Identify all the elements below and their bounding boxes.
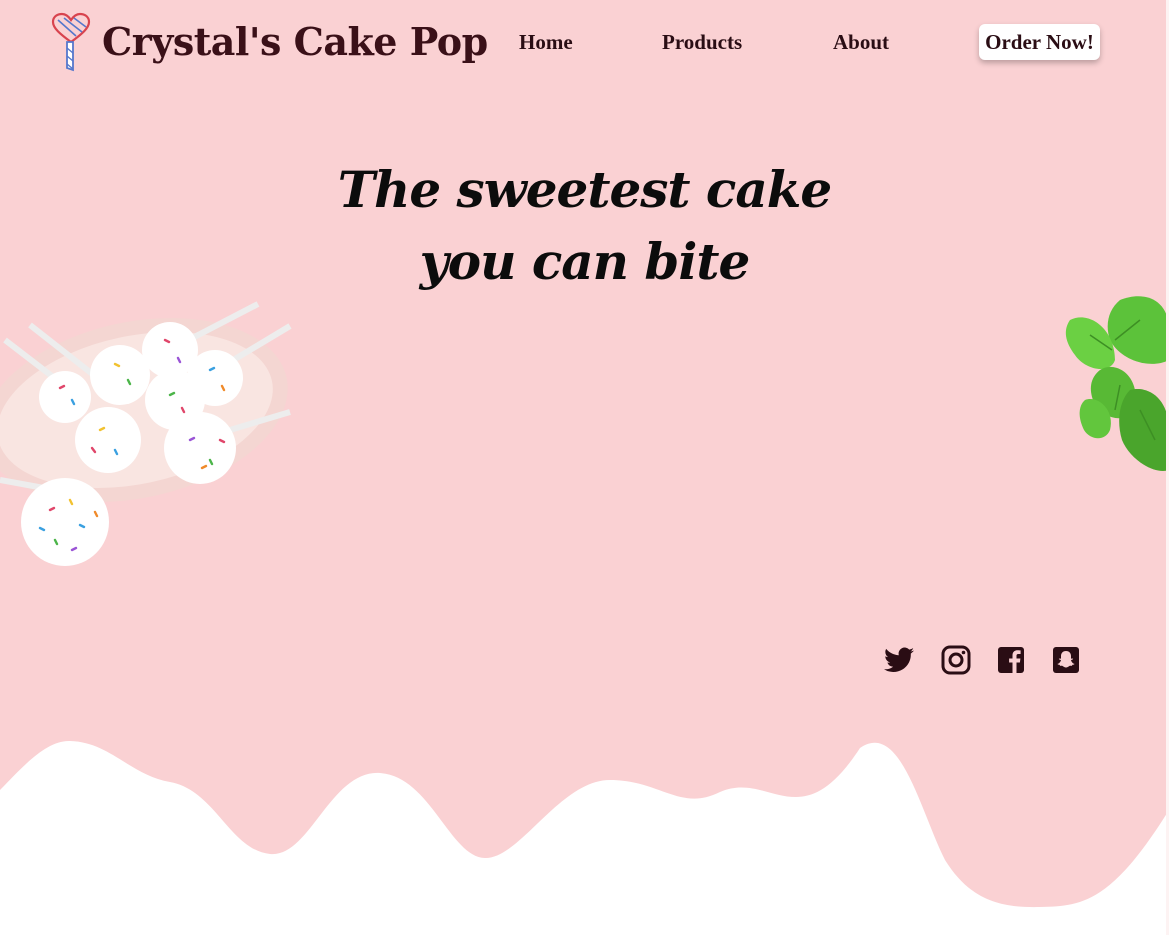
nav-about-link[interactable]: About [833,30,889,55]
hero-headline-line-2: you can bite [419,232,751,291]
order-now-button[interactable]: Order Now! [979,24,1100,60]
brand-logo[interactable]: Crystal's Cake Pop [50,12,488,72]
facebook-icon[interactable] [995,644,1027,676]
landing-page: Crystal's Cake Pop Home Products About O… [0,0,1169,935]
hero-headline-line-1: The sweetest cake [337,160,832,219]
heart-lollipop-icon [51,12,91,72]
brand-name: Crystal's Cake Pop [102,19,488,64]
twitter-icon[interactable] [883,644,915,676]
cake-pops-plate-image [0,301,292,566]
bottom-wave-decoration [0,740,1169,935]
instagram-icon[interactable] [940,644,972,676]
nav-home-link[interactable]: Home [519,30,573,55]
snapchat-icon[interactable] [1050,644,1082,676]
nav-products-link[interactable]: Products [662,30,742,55]
mint-leaves-image [1065,296,1169,471]
